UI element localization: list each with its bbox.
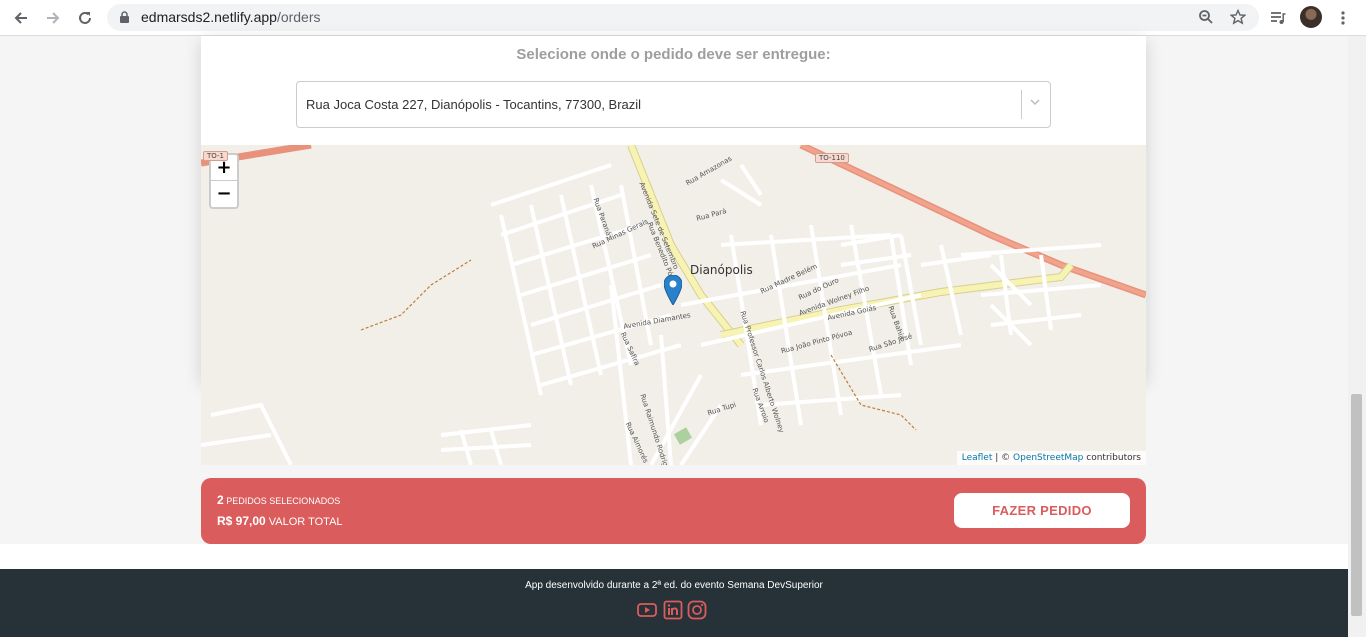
leaflet-link[interactable]: Leaflet (962, 453, 993, 463)
address-select[interactable]: Rua Joca Costa 227, Dianópolis - Tocanti… (296, 81, 1051, 128)
footer: App desenvolvido durante a 2ª ed. do eve… (0, 569, 1348, 637)
map-attribution: Leaflet | © OpenStreetMap contributors (956, 451, 1146, 465)
orders-count-value: 2 (217, 493, 224, 507)
forward-button[interactable] (42, 7, 64, 29)
footer-text: App desenvolvido durante a 2ª ed. do eve… (525, 580, 823, 591)
select-separator (1021, 90, 1022, 119)
city-label: Dianópolis (690, 263, 753, 277)
url-host: edmarsds2.netlify.app (141, 9, 277, 25)
osm-link[interactable]: OpenStreetMap (1013, 453, 1083, 463)
order-summary: 2 PEDIDOS SELECIONADOS R$ 97,00 VALOR TO… (201, 478, 1146, 544)
profile-avatar[interactable] (1300, 6, 1322, 28)
orders-total-value: R$ 97,00 (217, 514, 266, 528)
star-icon (1230, 9, 1246, 25)
map-zoom-control: + − (209, 153, 239, 209)
road-badge-left: TO-1 (203, 151, 228, 161)
road-badge-to110: TO-110 (815, 153, 849, 163)
orders-total: R$ 97,00 VALOR TOTAL (217, 514, 343, 528)
reload-icon (79, 11, 91, 24)
place-order-button[interactable]: FAZER PEDIDO (954, 493, 1130, 528)
orders-total-label: VALOR TOTAL (268, 516, 343, 528)
delivery-map[interactable]: + − TO-110 TO-1 Dianópolis Avenida Sete … (201, 145, 1146, 465)
playlist-icon (1271, 12, 1286, 24)
orders-count: 2 PEDIDOS SELECIONADOS (217, 493, 340, 507)
instagram-icon[interactable] (687, 600, 707, 620)
lock-icon (120, 11, 129, 23)
orders-count-label: PEDIDOS SELECIONADOS (226, 496, 341, 506)
magnifier-icon (1199, 10, 1213, 24)
page-scrollbar[interactable] (1348, 36, 1366, 637)
page-content: Selecione onde o pedido deve ser entregu… (0, 36, 1348, 637)
scrollbar-thumb[interactable] (1351, 394, 1362, 616)
map-marker-icon[interactable] (664, 275, 682, 305)
reload-button[interactable] (74, 7, 96, 29)
attribution-separator: | © (992, 453, 1014, 463)
attribution-tail: contributors (1083, 453, 1141, 463)
browser-toolbar: edmarsds2.netlify.app/orders (0, 0, 1366, 36)
address-bar[interactable]: edmarsds2.netlify.app/orders (107, 4, 1259, 31)
zoom-page-button[interactable] (1195, 6, 1217, 28)
chevron-down-icon[interactable] (1029, 96, 1041, 108)
media-control-button[interactable] (1267, 7, 1289, 29)
selected-address: Rua Joca Costa 227, Dianópolis - Tocanti… (306, 97, 642, 112)
page-spacer (0, 544, 1348, 569)
url-text: edmarsds2.netlify.app/orders (141, 9, 321, 25)
delivery-title: Selecione onde o pedido deve ser entregu… (516, 46, 831, 63)
youtube-icon[interactable] (637, 600, 657, 620)
back-button[interactable] (10, 7, 32, 29)
map-tiles (201, 145, 1146, 465)
bookmark-button[interactable] (1227, 6, 1249, 28)
arrow-left-icon (14, 12, 27, 24)
url-path: /orders (276, 9, 321, 25)
browser-menu-button[interactable] (1332, 7, 1354, 29)
arrow-right-icon (47, 12, 60, 24)
linkedin-icon[interactable] (663, 600, 683, 620)
zoom-out-button[interactable]: − (211, 181, 237, 207)
kebab-menu-icon (1341, 11, 1345, 25)
